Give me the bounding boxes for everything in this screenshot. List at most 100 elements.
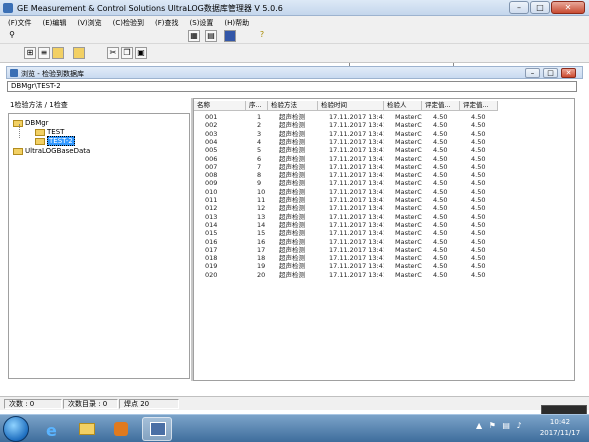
table-cell: 4.50 — [433, 196, 448, 204]
tree-view-icon[interactable]: ⊞ — [24, 47, 36, 59]
media-player-icon[interactable] — [106, 417, 136, 441]
table-row[interactable]: 006 6 超声检测 17.11.2017 13:41:56 MasterCO 4.50 4… — [194, 155, 574, 163]
child-maximize-button[interactable]: □ — [543, 68, 558, 78]
table-cell: MasterCO — [395, 212, 422, 221]
ie-icon[interactable]: e — [38, 417, 68, 441]
column-header[interactable]: 名称 — [194, 101, 246, 111]
search-icon[interactable]: ⚲ — [6, 30, 18, 42]
column-header[interactable]: 评定值... — [422, 101, 460, 111]
table-cell: 007 — [205, 162, 218, 171]
table-row[interactable]: 008 8 超声检测 17.11.2017 13:41:56 MasterCO 4.50 4… — [194, 171, 574, 179]
tree-node-ultralogbasedata[interactable]: UltraLOGBaseData — [13, 147, 90, 155]
menu-inspection[interactable]: (C)检验到 — [113, 18, 144, 28]
system-tray: ▲ ⚑ ▤ ♪ — [476, 421, 536, 437]
table-row[interactable]: 007 7 超声检测 17.11.2017 13:41:56 MasterCO 4.50 4… — [194, 163, 574, 171]
table-row[interactable]: 001 1 超声检测 17.11.2017 13:41:56 MasterCO 4.50 4… — [194, 113, 574, 121]
table-cell: 4.50 — [471, 179, 486, 188]
menu-find[interactable]: (F)查找 — [155, 18, 179, 28]
table-cell: 4.50 — [433, 129, 448, 138]
grid-view-icon[interactable]: ▦ — [188, 30, 200, 42]
flag-icon[interactable]: ⚑ — [489, 421, 496, 430]
tree-node-test[interactable]: TEST — [35, 128, 64, 136]
report-icon[interactable] — [224, 30, 236, 42]
table-cell: 17.11.2017 13:41:56 — [329, 121, 384, 130]
maximize-button[interactable]: □ — [530, 1, 550, 14]
table-row[interactable]: 012 12 超声检测 17.11.2017 13:41:56 MasterCO 4.50… — [194, 204, 574, 212]
table-cell: 016 — [205, 237, 218, 246]
volume-icon[interactable]: ♪ — [517, 421, 522, 430]
media-glyph — [114, 422, 128, 436]
table-cell: MasterCO — [395, 162, 422, 171]
status-bar: 次数 : 0 次数目录 : 0 焊点 20 — [0, 396, 589, 410]
table-cell: 4.50 — [433, 270, 448, 279]
network-icon[interactable]: ▤ — [502, 421, 510, 430]
copy-icon[interactable]: ❐ — [121, 47, 133, 59]
column-header[interactable]: 评定值... — [460, 101, 498, 111]
menu-edit[interactable]: (E)编辑 — [43, 18, 67, 28]
table-cell: 4.50 — [433, 262, 448, 271]
table-cell: 4.50 — [471, 162, 486, 171]
column-header[interactable]: 检验人 — [384, 101, 422, 111]
table-cell: 001 — [205, 113, 218, 121]
table-cell: 超声检测 — [279, 204, 305, 213]
table-row[interactable]: 011 11 超声检测 17.11.2017 13:41:56 MasterCO 4.50… — [194, 196, 574, 204]
minimize-button[interactable]: – — [509, 1, 529, 14]
menu-help[interactable]: (H)帮助 — [224, 18, 249, 28]
table-cell: MasterCO — [395, 270, 422, 279]
table-cell: 17.11.2017 13:41:56 — [329, 237, 384, 246]
table-row[interactable]: 002 2 超声检测 17.11.2017 13:41:56 MasterCO 4.50 4… — [194, 121, 574, 129]
table-cell: 4.50 — [471, 237, 486, 246]
table-row[interactable]: 016 16 超声检测 17.11.2017 13:41:56 MasterCO 4.50… — [194, 238, 574, 246]
menu-view[interactable]: (V)浏览 — [77, 18, 101, 28]
table-cell: 4.50 — [433, 146, 448, 155]
table-cell: MasterCO — [395, 254, 422, 263]
clock[interactable]: 10:42 2017/11/17 — [533, 417, 587, 439]
table-cell: 4.50 — [471, 154, 486, 163]
table-row[interactable]: 018 18 超声检测 17.11.2017 13:41:56 MasterCO 4.50… — [194, 254, 574, 262]
ultralog-taskbar-icon[interactable] — [142, 417, 172, 441]
tree-node-test-2[interactable]: TEST-2 — [35, 136, 75, 146]
table-row[interactable]: 020 20 超声检测 17.11.2017 13:41:56 MasterCO 4.50… — [194, 271, 574, 279]
menu-file[interactable]: (F)文件 — [8, 18, 32, 28]
open-folder-icon[interactable] — [52, 47, 64, 59]
table-row[interactable]: 019 19 超声检测 17.11.2017 13:41:56 MasterCO 4.50… — [194, 262, 574, 270]
table-cell: 超声检测 — [279, 220, 305, 229]
table-row[interactable]: 005 5 超声检测 17.11.2017 13:41:56 MasterCO 4.50 4… — [194, 146, 574, 154]
table-cell: 4.50 — [471, 220, 486, 229]
table-row[interactable]: 009 9 超声检测 17.11.2017 13:41:56 MasterCO 4.50 4… — [194, 179, 574, 187]
properties-icon[interactable]: ▤ — [205, 30, 217, 42]
column-header[interactable]: 检验时间 — [318, 101, 384, 111]
path-field[interactable]: DBMgr\TEST-2 — [7, 81, 577, 92]
table-row[interactable]: 017 17 超声检测 17.11.2017 13:41:56 MasterCO 4.50… — [194, 246, 574, 254]
close-button[interactable]: ✕ — [551, 1, 585, 14]
table-cell: 17.11.2017 13:41:56 — [329, 162, 384, 171]
menu-settings[interactable]: (S)设置 — [190, 18, 214, 28]
table-row[interactable]: 003 3 超声检测 17.11.2017 13:41:56 MasterCO 4.50 4… — [194, 130, 574, 138]
table-row[interactable]: 010 10 超声检测 17.11.2017 13:41:56 MasterCO 4.50… — [194, 188, 574, 196]
help-icon[interactable]: ? — [256, 30, 268, 42]
tray-arrow-icon[interactable]: ▲ — [476, 421, 482, 430]
explorer-icon[interactable] — [72, 417, 102, 441]
paste-icon[interactable]: ▣ — [135, 47, 147, 59]
table-row[interactable]: 013 13 超声检测 17.11.2017 13:41:56 MasterCO 4.50… — [194, 213, 574, 221]
table-row[interactable]: 004 4 超声检测 17.11.2017 13:41:56 MasterCO 4.50 4… — [194, 138, 574, 146]
table-cell: MasterCO — [395, 171, 422, 180]
child-minimize-button[interactable]: – — [525, 68, 540, 78]
child-close-button[interactable]: ✕ — [561, 68, 576, 78]
list-view-icon[interactable]: ≡ — [38, 47, 50, 59]
table-cell: 1 — [257, 113, 262, 121]
column-header[interactable]: 检验方法 — [268, 101, 318, 111]
table-cell: 4.50 — [433, 121, 448, 130]
data-grid: 名称 序... 检验方法 检验时间 检验人 评定值... 评定值... 001 1 超声检测 17… — [193, 98, 575, 381]
new-folder-icon[interactable] — [73, 47, 85, 59]
toolbar-top: ⚲ ▦ ▤ ? — [0, 29, 589, 70]
table-row[interactable]: 015 15 超声检测 17.11.2017 13:41:56 MasterCO 4.50… — [194, 229, 574, 237]
table-cell: 4.50 — [471, 171, 486, 180]
start-button[interactable] — [3, 416, 29, 442]
column-header[interactable]: 序... — [246, 101, 268, 111]
table-cell: 4.50 — [471, 187, 486, 196]
cut-icon[interactable]: ✂ — [107, 47, 119, 59]
status-welds: 焊点 20 — [119, 399, 179, 409]
table-row[interactable]: 014 14 超声检测 17.11.2017 13:41:56 MasterCO 4.50… — [194, 221, 574, 229]
table-cell: 4.50 — [433, 237, 448, 246]
